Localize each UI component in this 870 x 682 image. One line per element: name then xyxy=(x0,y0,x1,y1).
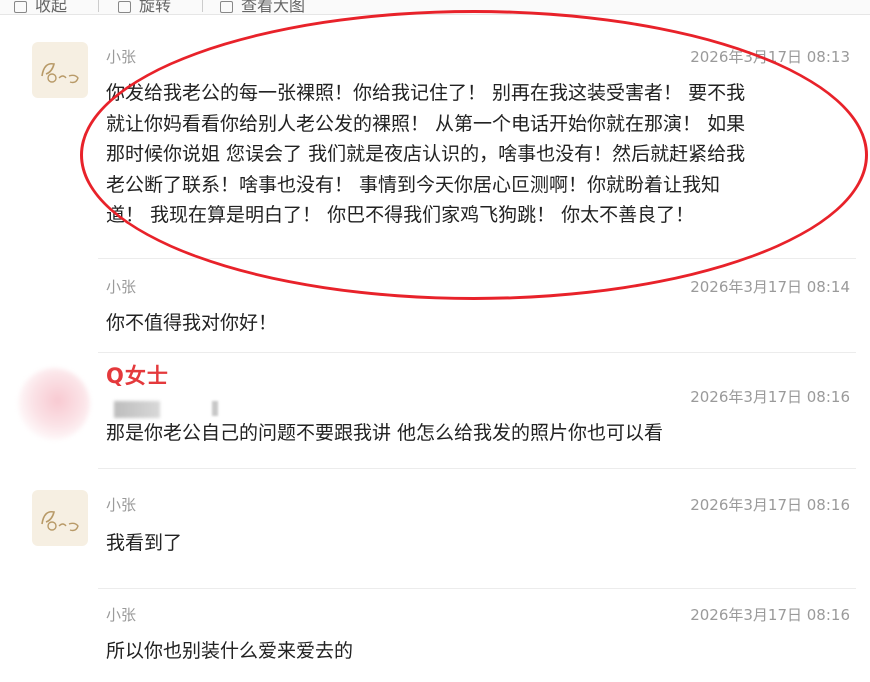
timestamp: 2026年3月17日 08:16 xyxy=(690,606,850,624)
view-large-icon xyxy=(220,0,233,13)
timestamp: 2026年3月17日 08:14 xyxy=(690,278,850,296)
redacted-name xyxy=(114,401,160,418)
message-divider xyxy=(98,588,856,589)
message-line: 道！ 我现在算是明白了！ 你巴不得我们家鸡飞狗跳！ 你太不善良了！ xyxy=(106,204,695,226)
timestamp: 2026年3月17日 08:16 xyxy=(690,496,850,514)
sender-name: 小张 xyxy=(106,48,137,66)
avatar xyxy=(32,42,88,98)
message-line: 那时候你说姐 您误会了 我们就是夜店认识的，啥事也没有！然后就赶紧给我 xyxy=(106,143,746,165)
avatar-cartoon-icon xyxy=(41,510,79,532)
message-text: 你发给我老公的每一张裸照！你给我记住了！ 别再在我这装受害者！ 要不我 就让你妈… xyxy=(106,78,858,231)
timestamp: 2026年3月17日 08:16 xyxy=(690,388,850,406)
collapse-button[interactable]: 收起 xyxy=(14,0,67,14)
toolbar-divider xyxy=(202,0,203,12)
redacted-mark xyxy=(212,401,218,416)
rotate-icon xyxy=(118,0,131,13)
message-divider xyxy=(98,258,856,259)
message-text: 你不值得我对你好！ xyxy=(106,312,278,334)
timestamp: 2026年3月17日 08:13 xyxy=(690,48,850,66)
avatar xyxy=(32,490,88,546)
message-text: 我看到了 xyxy=(106,532,183,554)
sender-name: 小张 xyxy=(106,496,137,514)
sender-name: 小张 xyxy=(106,606,137,624)
image-viewer-toolbar: 收起 旋转 查看大图 xyxy=(0,0,870,15)
message-line: 就让你妈看看你给别人老公发的裸照！ 从第一个电话开始你就在那演！ 如果 xyxy=(106,112,746,135)
toolbar-divider xyxy=(98,0,99,12)
collapse-icon xyxy=(14,0,27,13)
sender-name: 小张 xyxy=(106,278,137,296)
sender-name: Q女士 xyxy=(106,364,169,388)
message-text: 所以你也别装什么爱来爱去的 xyxy=(106,640,354,662)
view-large-button[interactable]: 查看大图 xyxy=(220,0,305,14)
message-line: 你发给我老公的每一张裸照！你给我记住了！ 别再在我这装受害者！ 要不我 xyxy=(106,82,746,104)
avatar-cartoon-icon xyxy=(41,62,79,84)
avatar-blurred xyxy=(18,368,90,440)
message-line: 老公断了联系！啥事也没有！ 事情到今天你居心叵测啊！你就盼着让我知 xyxy=(106,173,721,196)
message-divider xyxy=(98,352,856,353)
message-text: 那是你老公自己的问题不要跟我讲 他怎么给我发的照片你也可以看 xyxy=(106,422,664,444)
rotate-button[interactable]: 旋转 xyxy=(118,0,171,14)
message-divider xyxy=(98,468,856,469)
